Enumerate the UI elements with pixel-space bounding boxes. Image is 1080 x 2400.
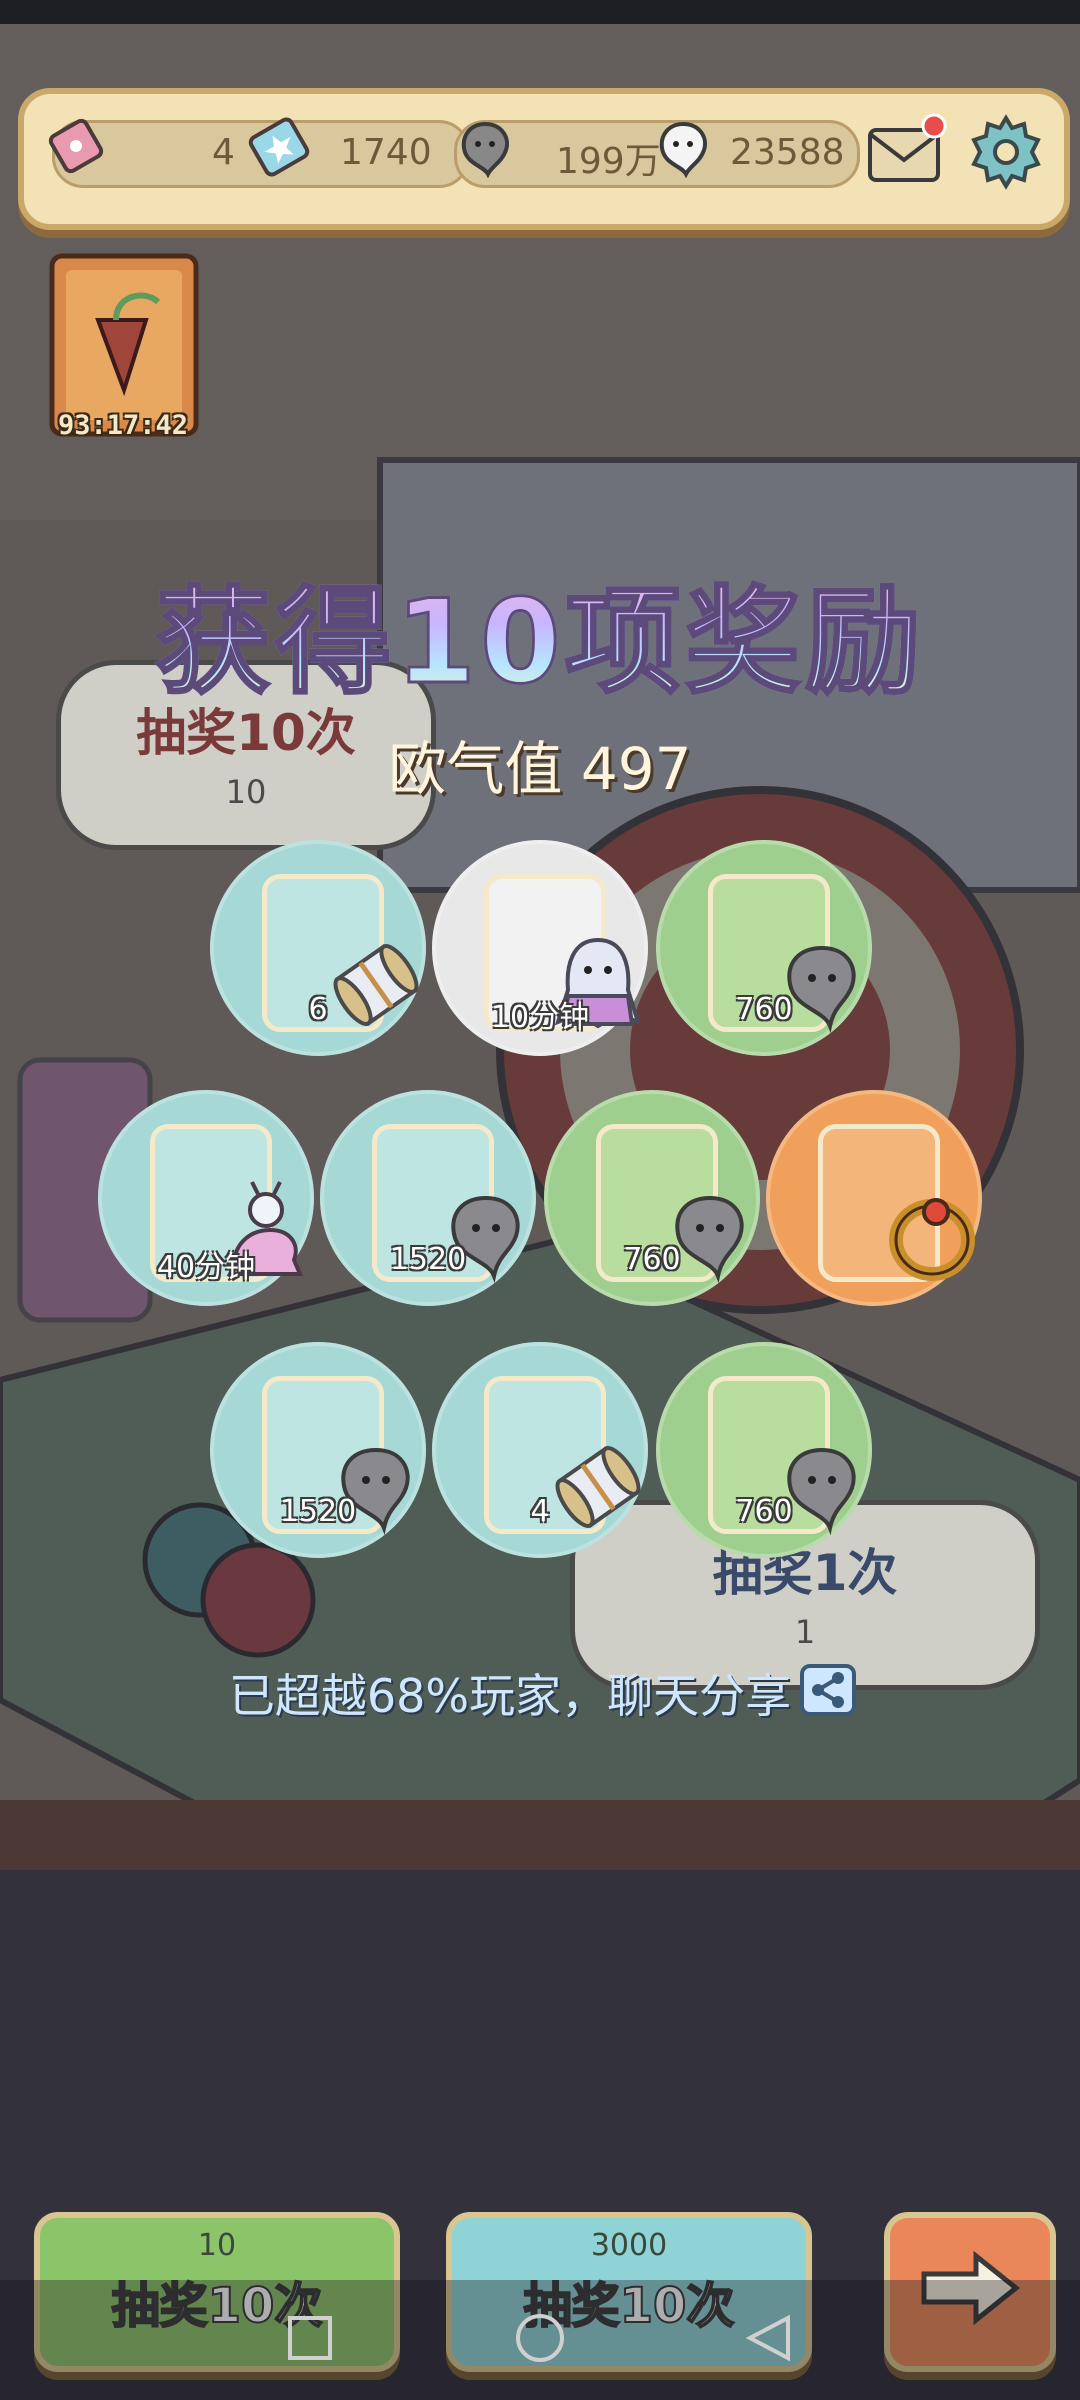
resource-bar: 4 1740 199万 23588	[18, 88, 1070, 230]
event-timer: 93:17:42	[57, 410, 189, 441]
system-nav-bar	[0, 2280, 1080, 2400]
reward-quantity: 760	[735, 992, 793, 1027]
reward-quantity: 760	[735, 1494, 793, 1529]
share-icon[interactable]	[798, 1662, 858, 1718]
reward-quantity: 760	[623, 1242, 681, 1277]
reward-item[interactable]: 760	[544, 1090, 760, 1306]
bg-draw1-cost: 1	[794, 1613, 816, 1651]
star-ticket-count: 1740	[340, 132, 432, 173]
reward-quantity: 1520	[389, 1242, 467, 1277]
ticket-icon	[48, 118, 104, 174]
share-text[interactable]: 已超越68%玩家，聊天分享	[0, 1660, 1020, 1726]
star-ticket-icon	[248, 117, 310, 177]
reward-item[interactable]: 760	[656, 840, 872, 1056]
reward-quantity: 6	[308, 992, 328, 1027]
reward-item[interactable]: 6	[210, 840, 426, 1056]
grey-soul-count: 199万	[556, 141, 661, 182]
reward-item[interactable]: 10分钟	[432, 840, 648, 1056]
reward-title: 获得10项奖励	[0, 548, 1080, 716]
reward-quantity: 10分钟	[490, 1000, 590, 1035]
home-icon[interactable]	[514, 2312, 566, 2364]
white-soul-icon	[659, 121, 707, 178]
gear-icon[interactable]	[966, 112, 1046, 192]
reward-item[interactable]: 1520	[320, 1090, 536, 1306]
reward-item[interactable]: 760	[656, 1342, 872, 1558]
reward-item[interactable]: 40分钟	[98, 1090, 314, 1306]
reward-quantity: 4	[530, 1494, 550, 1529]
reward-quantity: 40分钟	[156, 1250, 256, 1285]
reward-item[interactable]: 1520	[210, 1342, 426, 1558]
status-bar	[0, 0, 1080, 24]
mail-icon[interactable]	[862, 112, 950, 188]
ticket-count: 4	[212, 132, 235, 173]
recent-apps-icon[interactable]	[286, 2314, 334, 2362]
reward-item[interactable]: 4	[432, 1342, 648, 1558]
draw-ten-ticket-cost: 10	[197, 2228, 237, 2263]
reward-quantity: 1520	[279, 1494, 357, 1529]
grey-soul-icon	[461, 121, 509, 178]
white-soul-count: 23588	[730, 132, 845, 173]
luck-value: 欧气值 497	[388, 735, 692, 803]
draw-ten-soul-cost: 3000	[590, 2228, 668, 2263]
back-icon[interactable]	[744, 2312, 794, 2364]
reward-item[interactable]	[766, 1090, 982, 1306]
